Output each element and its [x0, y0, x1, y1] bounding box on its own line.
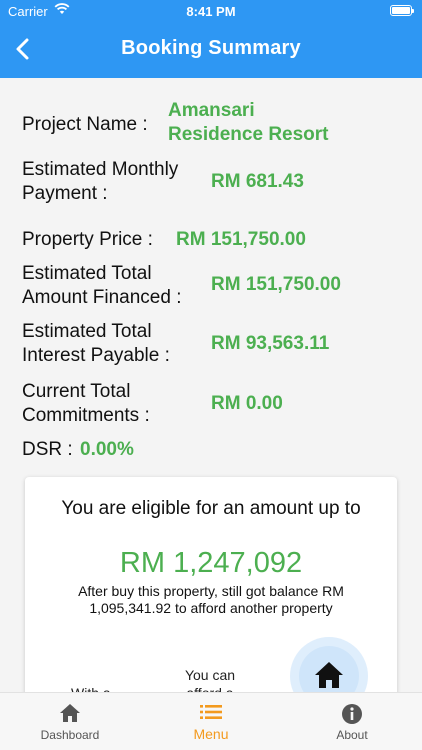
- tab-about-label: About: [336, 728, 368, 742]
- commitments-label-line2: Commitments :: [22, 405, 150, 426]
- battery-icon: [390, 5, 414, 16]
- amount-financed-label-line1: Estimated Total: [22, 263, 152, 284]
- interest-payable-label-line2: Interest Payable :: [22, 345, 170, 366]
- tab-menu-label: Menu: [193, 726, 229, 742]
- amount-financed-value: RM 151,750.00: [211, 274, 341, 295]
- app-header: Carrier 8:41 PM Booking Summary: [0, 0, 422, 78]
- tab-menu[interactable]: Menu: [141, 693, 281, 750]
- tab-dashboard-label: Dashboard: [40, 728, 100, 742]
- interest-payable-value: RM 93,563.11: [211, 333, 330, 354]
- page-title: Booking Summary: [121, 37, 301, 59]
- eligibility-heading: You are eligible for an amount up to: [61, 498, 361, 519]
- project-name-value-line1: Amansari: [168, 100, 255, 121]
- project-name-label: Project Name :: [22, 114, 148, 135]
- dsr-label: DSR :: [22, 439, 73, 460]
- monthly-payment-label-line1: Estimated Monthly: [22, 159, 179, 180]
- interest-payable-label-line1: Estimated Total: [22, 321, 152, 342]
- clock: 8:41 PM: [186, 4, 236, 19]
- commitments-value: RM 0.00: [211, 393, 283, 414]
- property-price-value: RM 151,750.00: [176, 229, 306, 250]
- dsr-value: 0.00%: [80, 439, 134, 460]
- project-name-value-line2: Residence Resort: [168, 124, 329, 145]
- eligible-amount: RM 1,247,092: [119, 547, 303, 579]
- balance-note: After buy this property, still got balan…: [78, 583, 344, 616]
- eligibility-card: You are eligible for an amount up to RM …: [25, 477, 397, 717]
- monthly-payment-value: RM 681.43: [211, 171, 304, 192]
- monthly-payment-label-line2: Payment :: [22, 183, 108, 204]
- status-bar: Carrier 8:41 PM: [0, 0, 422, 22]
- info-icon: [341, 703, 363, 730]
- house-icon: [315, 662, 343, 688]
- menu-icon: [200, 703, 222, 726]
- tab-about[interactable]: About: [282, 693, 422, 750]
- tab-dashboard[interactable]: Dashboard: [0, 693, 140, 750]
- property-price-label: Property Price :: [22, 229, 153, 250]
- commitments-label-line1: Current Total: [22, 381, 131, 402]
- home-icon: [59, 703, 81, 728]
- bottom-tab-bar: Dashboard Menu About: [0, 692, 422, 750]
- amount-financed-label-line2: Amount Financed :: [22, 287, 182, 308]
